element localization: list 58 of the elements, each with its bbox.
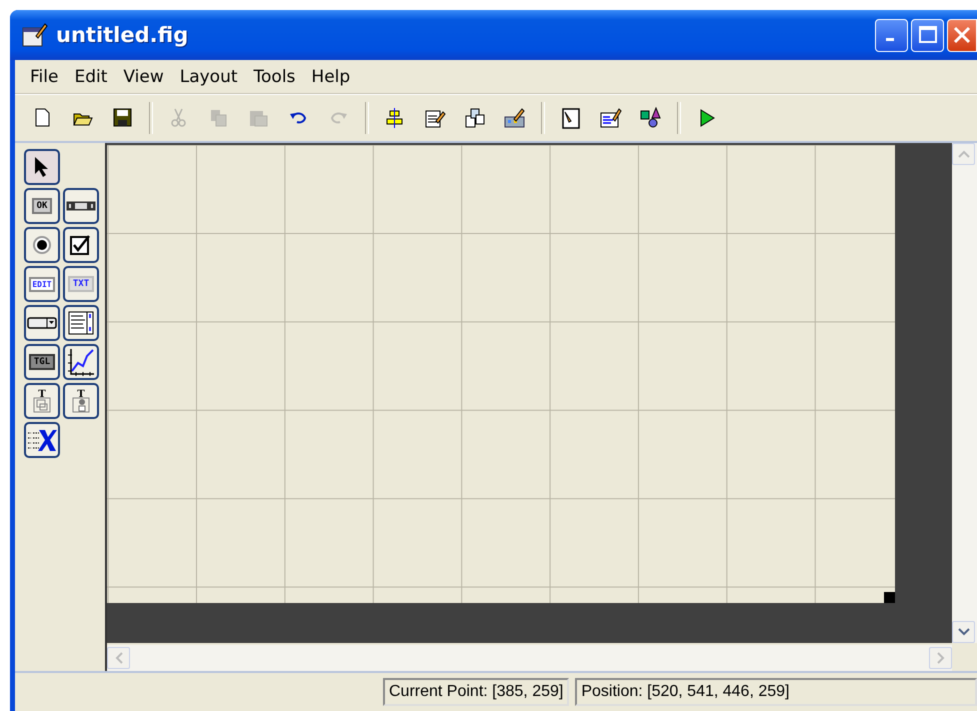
control-label: T bbox=[77, 390, 85, 400]
menu-item[interactable]: Edit bbox=[66, 64, 116, 88]
popup-menu-icon bbox=[27, 317, 57, 329]
close-icon bbox=[952, 25, 972, 45]
maximize-icon bbox=[918, 25, 938, 45]
tab-order-icon bbox=[464, 107, 486, 129]
menu-item[interactable]: File bbox=[22, 64, 66, 88]
palette-button[interactable]: TXT bbox=[63, 266, 99, 302]
palette-button[interactable] bbox=[24, 149, 60, 185]
palette-button[interactable] bbox=[24, 227, 60, 263]
toolbar-editor-icon bbox=[504, 107, 526, 129]
figure-editor-icon bbox=[22, 22, 48, 48]
palette-button[interactable] bbox=[24, 422, 60, 458]
button-group-icon bbox=[72, 396, 90, 412]
menu-item[interactable]: Help bbox=[303, 64, 358, 88]
axes-icon bbox=[67, 347, 95, 377]
palette-button[interactable]: T bbox=[24, 383, 60, 419]
palette-button[interactable]: OK bbox=[24, 188, 60, 224]
listbox-icon bbox=[68, 311, 94, 335]
chevron-right-icon bbox=[936, 652, 944, 664]
minimize-button[interactable] bbox=[875, 18, 908, 52]
scroll-down-button[interactable] bbox=[952, 621, 975, 643]
slider-icon bbox=[66, 201, 96, 211]
property-inspector-icon bbox=[600, 107, 622, 129]
menu-item[interactable]: Layout bbox=[172, 64, 246, 88]
current-point-field: Current Point: [385, 259] bbox=[383, 678, 570, 706]
vertical-scrollbar[interactable] bbox=[952, 143, 977, 643]
minimize-icon bbox=[886, 38, 894, 41]
panel-icon bbox=[33, 396, 51, 412]
window-title: untitled.fig bbox=[56, 23, 190, 47]
arrow-icon bbox=[34, 156, 50, 178]
palette-button[interactable]: T bbox=[63, 383, 99, 419]
chevron-down-icon bbox=[958, 628, 970, 636]
control-label: TGL bbox=[28, 354, 56, 370]
shapes-icon bbox=[640, 107, 662, 129]
control-label: TXT bbox=[68, 276, 94, 292]
chevron-up-icon bbox=[958, 150, 970, 158]
palette-button[interactable]: EDIT bbox=[24, 266, 60, 302]
position-field: Position: [520, 541, 446, 259] bbox=[575, 678, 977, 706]
activex-icon bbox=[27, 427, 57, 453]
palette-button[interactable] bbox=[63, 227, 99, 263]
palette-button[interactable] bbox=[63, 305, 99, 341]
control-label: T bbox=[38, 390, 46, 400]
menu-item[interactable]: View bbox=[115, 64, 172, 88]
maximize-button[interactable] bbox=[911, 18, 944, 52]
checkbox-icon bbox=[70, 234, 92, 256]
resize-handle[interactable] bbox=[884, 592, 895, 603]
menu-item[interactable]: Tools bbox=[246, 64, 304, 88]
close-button[interactable] bbox=[947, 18, 977, 52]
chevron-left-icon bbox=[114, 652, 122, 664]
control-label: EDIT bbox=[29, 276, 55, 292]
control-label: OK bbox=[32, 198, 52, 214]
palette-button[interactable]: TGL bbox=[24, 344, 60, 380]
radio-button-icon bbox=[32, 235, 52, 255]
palette-button[interactable] bbox=[63, 344, 99, 380]
palette-button[interactable] bbox=[63, 188, 99, 224]
palette-button[interactable] bbox=[24, 305, 60, 341]
editor-icon bbox=[560, 107, 582, 129]
